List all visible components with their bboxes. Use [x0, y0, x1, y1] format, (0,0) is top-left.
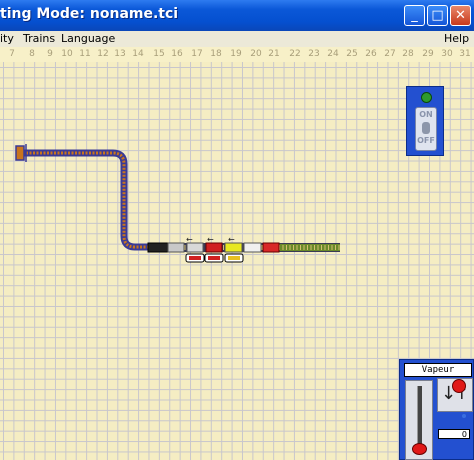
locomotive-name: Vapeur	[404, 363, 472, 377]
speed-value-field: 0	[438, 429, 470, 439]
train-car	[262, 242, 280, 253]
throttle-panel: Vapeur ↓↑ 0	[399, 359, 474, 460]
switch-lever[interactable]	[422, 122, 430, 134]
direction-arrow: ←	[228, 235, 235, 244]
train-car	[205, 242, 223, 253]
train-car	[186, 242, 204, 253]
switch-off-label: OFF	[417, 136, 435, 145]
track-segment	[19, 149, 160, 251]
power-toggle-switch[interactable]: ON OFF	[415, 107, 437, 151]
train-car	[224, 242, 243, 253]
train-label-mark	[208, 256, 220, 260]
train-car	[167, 242, 185, 253]
power-indicator-led	[421, 92, 432, 103]
train-car	[243, 242, 262, 253]
train-label-mark	[189, 256, 201, 260]
direction-knob[interactable]	[452, 379, 466, 393]
speed-slider-knob[interactable]	[412, 443, 427, 455]
direction-control[interactable]: ↓↑	[437, 378, 473, 412]
train-label-mark	[228, 256, 240, 260]
power-switch-panel[interactable]: ON OFF	[406, 86, 444, 156]
direction-arrow: ←	[207, 235, 214, 244]
throttle-indicator-led	[462, 414, 466, 418]
train-locomotive	[147, 242, 169, 253]
track-bumper	[15, 145, 25, 161]
direction-arrow: ←	[186, 235, 193, 244]
speed-slider[interactable]	[405, 380, 433, 460]
track-segment-rails	[19, 151, 160, 249]
switch-on-label: ON	[419, 110, 433, 119]
